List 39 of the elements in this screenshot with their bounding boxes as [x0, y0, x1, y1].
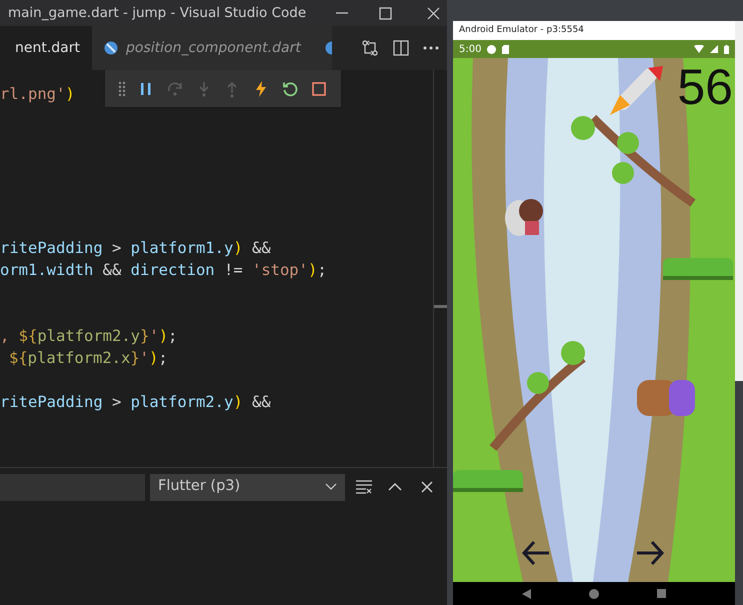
status-time: 5:00	[459, 42, 482, 56]
editor-tab[interactable]: nent.dart	[0, 26, 92, 70]
dart-file-icon	[104, 41, 118, 55]
scrollbar-thumb	[434, 305, 447, 308]
left-arrow-icon[interactable]	[521, 538, 551, 568]
more-actions-icon[interactable]	[423, 46, 439, 50]
battery-icon	[724, 44, 729, 54]
clear-output-icon[interactable]	[355, 480, 373, 494]
editor-tab[interactable]: position_component.dart	[92, 26, 313, 70]
close-icon[interactable]	[427, 6, 440, 20]
signal-icon	[710, 45, 718, 53]
close-icon[interactable]	[421, 481, 433, 493]
compare-changes-icon[interactable]	[361, 39, 379, 57]
stop-icon[interactable]	[310, 80, 328, 98]
drag-grip-icon	[118, 80, 126, 98]
right-arrow-icon[interactable]	[635, 538, 665, 568]
platform	[453, 470, 523, 492]
chevron-down-icon	[325, 483, 337, 491]
code-line: orm1.width && direction != 'stop');	[0, 261, 327, 279]
back-icon[interactable]	[522, 588, 531, 598]
code-line: rl.png')	[0, 85, 75, 103]
sd-card-icon	[502, 44, 510, 54]
notification-icon	[487, 44, 496, 54]
wifi-icon	[694, 45, 704, 53]
restart-icon[interactable]	[280, 80, 299, 98]
dart-file-icon	[324, 41, 332, 55]
chevron-up-icon[interactable]	[388, 483, 402, 491]
platform	[663, 258, 733, 280]
code-line: ${platform2.x}');	[8, 349, 168, 367]
maximize-icon[interactable]	[379, 6, 392, 20]
score-text: 56	[677, 62, 733, 112]
home-icon[interactable]	[589, 588, 599, 598]
split-editor-icon[interactable]	[393, 40, 409, 56]
output-channel-dropdown[interactable]: Flutter (p3)	[150, 474, 345, 500]
code-line: , ${platform2.y}');	[0, 327, 178, 345]
window-title: main_game.dart - jump - Visual Studio Code	[7, 4, 308, 23]
code-line: ritePadding > platform1.y) &&	[0, 239, 271, 257]
code-line: ritePadding > platform2.y) &&	[0, 393, 271, 411]
emulator-title: Android Emulator - p3:5554	[459, 24, 584, 37]
